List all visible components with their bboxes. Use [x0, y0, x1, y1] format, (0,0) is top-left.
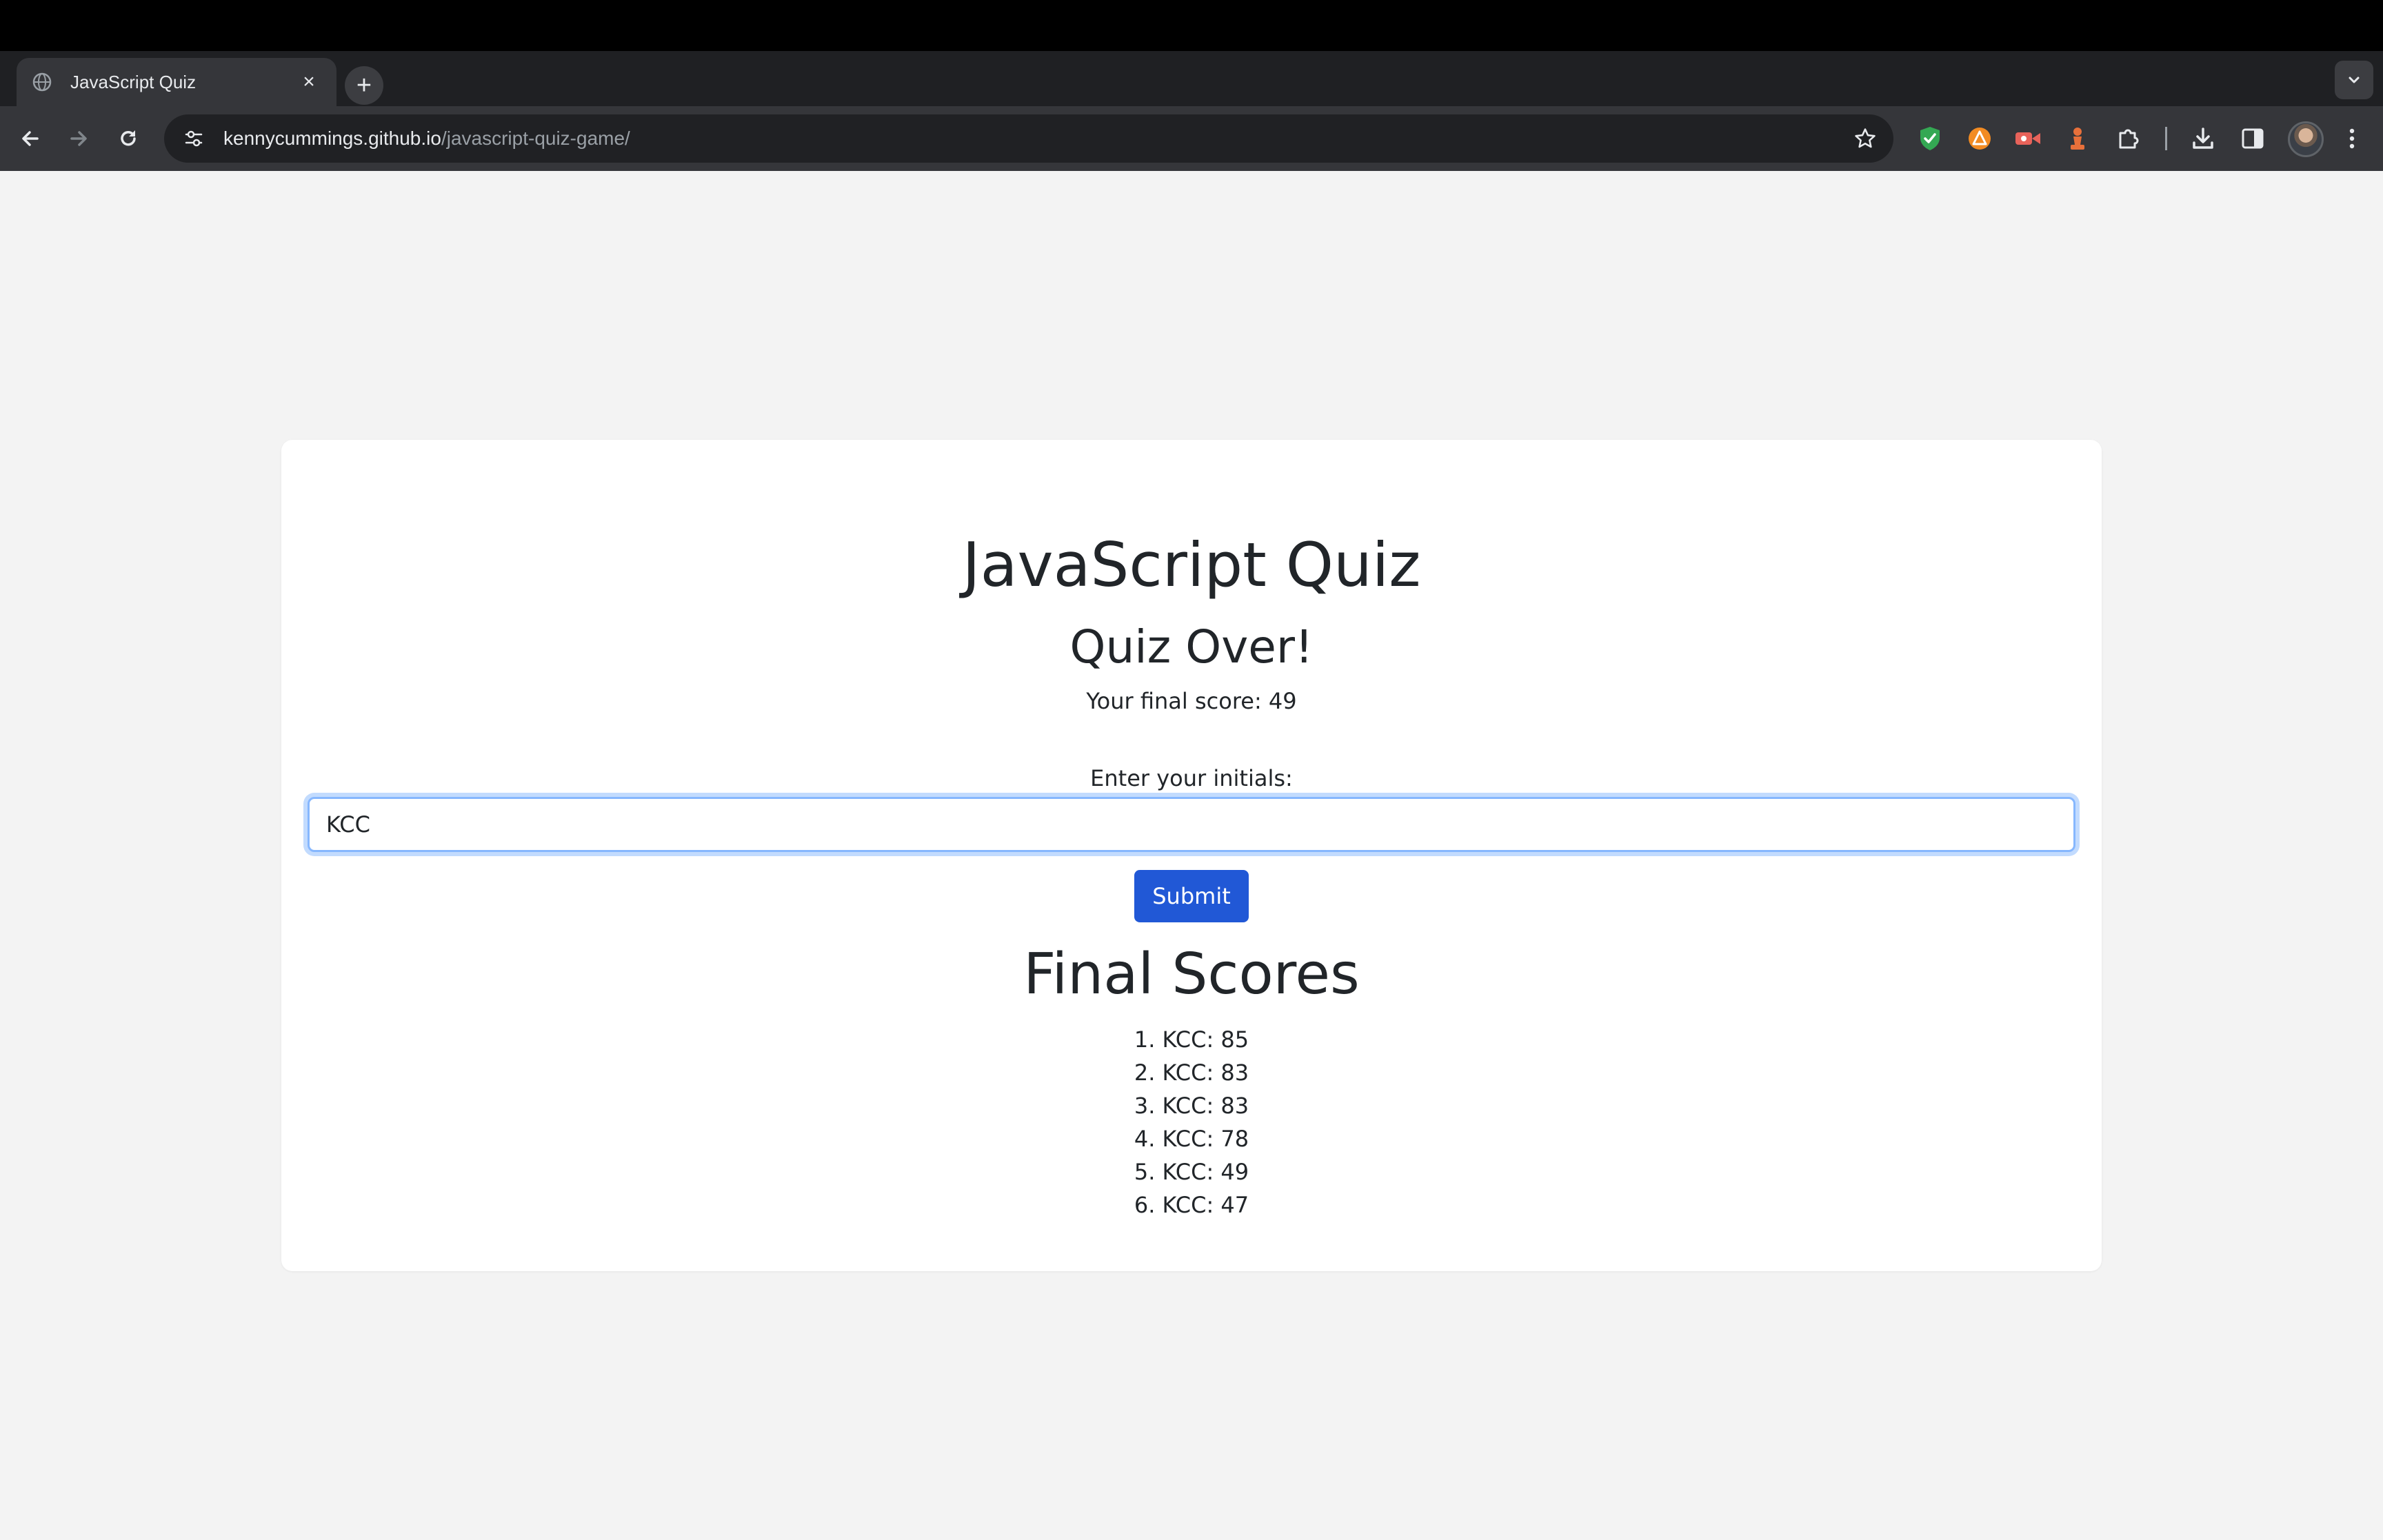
side-panel-icon[interactable]	[2235, 121, 2270, 156]
tab-strip: JavaScript Quiz × +	[0, 51, 2383, 106]
initials-input[interactable]	[308, 797, 2075, 852]
final-scores-heading: Final Scores	[1023, 942, 1360, 1007]
tab-search-chevron-icon[interactable]	[2335, 61, 2373, 99]
url-host: kennycummings.github.io	[223, 128, 441, 149]
brave-rewards-icon[interactable]	[1962, 121, 1997, 156]
address-bar[interactable]: kennycummings.github.io/javascript-quiz-…	[164, 114, 1893, 163]
chess-pawn-icon[interactable]	[2060, 121, 2095, 156]
score-item: 6. KCC: 47	[1134, 1192, 1249, 1218]
submit-button[interactable]: Submit	[1134, 870, 1249, 922]
shield-check-icon[interactable]	[1913, 121, 1947, 156]
tab-close-icon[interactable]: ×	[296, 70, 321, 94]
globe-icon	[32, 72, 52, 92]
page-viewport: JavaScript Quiz Quiz Over! Your final sc…	[0, 171, 2383, 1540]
reload-icon[interactable]	[108, 118, 149, 159]
score-item: 2. KCC: 83	[1134, 1060, 1249, 1086]
screen-recorder-icon[interactable]	[2011, 121, 2045, 156]
score-item: 3. KCC: 83	[1134, 1093, 1249, 1119]
quiz-card: JavaScript Quiz Quiz Over! Your final sc…	[281, 440, 2102, 1271]
new-tab-button[interactable]: +	[345, 66, 383, 105]
initials-label: Enter your initials:	[1090, 765, 1293, 791]
bookmark-star-icon[interactable]	[1851, 124, 1880, 153]
tab-javascript-quiz[interactable]: JavaScript Quiz ×	[17, 58, 336, 106]
browser-toolbar: kennycummings.github.io/javascript-quiz-…	[0, 106, 2383, 171]
final-score-text: Your final score: 49	[1086, 688, 1297, 714]
forward-arrow-icon[interactable]	[58, 118, 99, 159]
url-path: /javascript-quiz-game/	[441, 128, 630, 149]
back-arrow-icon[interactable]	[10, 118, 51, 159]
puzzle-extensions-icon[interactable]	[2111, 121, 2146, 156]
site-settings-icon[interactable]	[170, 114, 218, 163]
profile-avatar[interactable]	[2288, 121, 2324, 157]
url-text: kennycummings.github.io/javascript-quiz-…	[223, 128, 630, 150]
download-icon[interactable]	[2186, 121, 2220, 156]
quiz-title: JavaScript Quiz	[962, 529, 1421, 600]
score-item: 5. KCC: 49	[1134, 1159, 1249, 1185]
more-menu-icon[interactable]	[2335, 121, 2369, 156]
window-top-bar	[0, 0, 2383, 51]
quiz-over-heading: Quiz Over!	[1069, 620, 1314, 673]
tab-title: JavaScript Quiz	[70, 71, 197, 92]
toolbar-divider	[2165, 127, 2167, 150]
scores-list: 1. KCC: 85 2. KCC: 83 3. KCC: 83 4. KCC:…	[281, 1023, 2102, 1222]
score-item: 1. KCC: 85	[1134, 1026, 1249, 1053]
score-item: 4. KCC: 78	[1134, 1126, 1249, 1152]
